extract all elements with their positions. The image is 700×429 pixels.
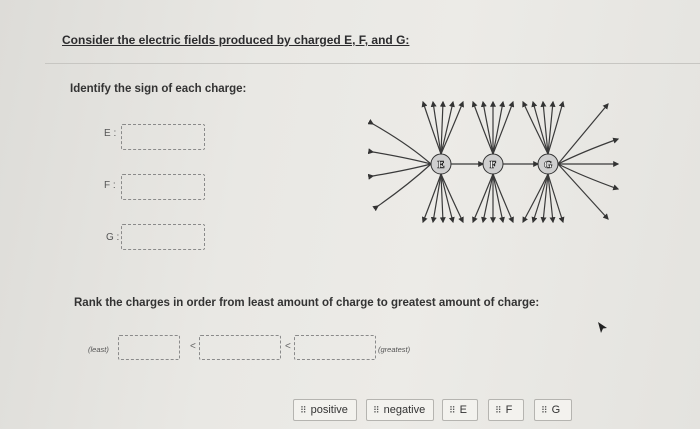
rank-dropzone-2[interactable]	[199, 335, 281, 360]
tile-label: negative	[383, 404, 426, 416]
drag-handle-icon: ⠿	[541, 404, 548, 415]
tile-label: F	[505, 404, 513, 416]
rank-dropzone-3[interactable]	[294, 335, 376, 360]
rank-dropzone-1[interactable]	[118, 335, 180, 360]
sign-dropzone-f[interactable]	[121, 174, 205, 200]
tile-label: E	[459, 404, 467, 416]
drag-handle-icon: ⠿	[449, 404, 456, 415]
drag-handle-icon: ⠿	[373, 404, 380, 415]
rank-prompt: Rank the charges in order from least amo…	[74, 297, 540, 309]
charge-e-label: E	[437, 159, 444, 171]
rank-greatest-label: (greatest)	[378, 345, 411, 354]
mouse-cursor-icon	[598, 322, 607, 333]
electric-field-figure: E F G	[368, 100, 620, 224]
drag-handle-icon: ⠿	[300, 404, 307, 415]
divider	[45, 63, 700, 64]
sign-dropzone-g[interactable]	[121, 224, 205, 250]
sign-label-e: E :	[104, 128, 117, 139]
sign-label-f: F :	[104, 180, 116, 191]
tile-positive[interactable]: ⠿ positive	[293, 399, 357, 421]
tile-label: positive	[310, 404, 348, 416]
worksheet-page: Consider the electric fields produced by…	[0, 0, 700, 429]
tile-label: G	[551, 404, 561, 416]
charge-g: G	[537, 153, 559, 175]
charge-f: F	[482, 153, 504, 175]
charge-f-label: F	[490, 159, 497, 171]
rank-least-label: (least)	[88, 345, 109, 354]
charge-e: E	[430, 153, 452, 175]
tile-g[interactable]: ⠿ G	[534, 399, 572, 421]
rank-operator-1: <	[190, 341, 196, 352]
tile-negative[interactable]: ⠿ negative	[366, 399, 434, 421]
rank-operator-2: <	[285, 341, 291, 352]
drag-handle-icon: ⠿	[495, 404, 502, 415]
tile-f[interactable]: ⠿ F	[488, 399, 524, 421]
page-title: Consider the electric fields produced by…	[62, 33, 410, 47]
sign-prompt: Identify the sign of each charge:	[70, 83, 247, 95]
sign-dropzone-e[interactable]	[121, 124, 205, 150]
charge-g-label: G	[544, 159, 553, 171]
sign-label-g: G :	[106, 232, 120, 243]
tile-e[interactable]: ⠿ E	[442, 399, 478, 421]
